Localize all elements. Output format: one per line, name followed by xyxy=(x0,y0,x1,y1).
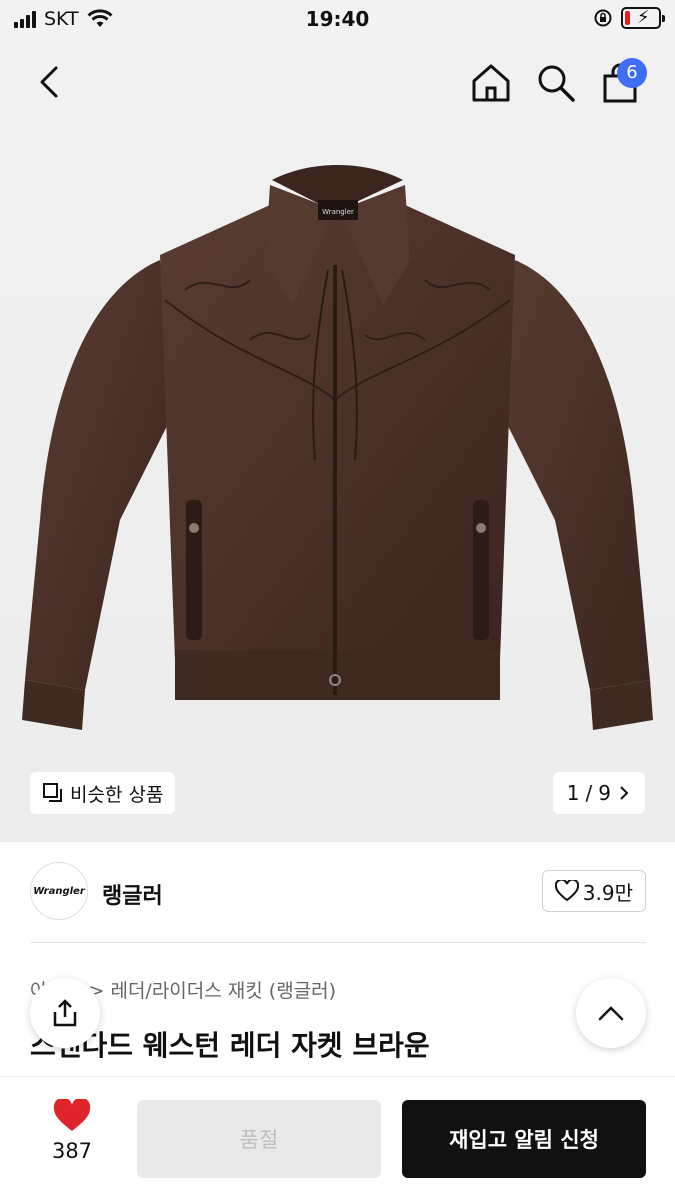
status-time: 19:40 xyxy=(305,7,370,31)
product-image[interactable]: Wrangler xyxy=(10,140,665,740)
divider xyxy=(30,942,646,943)
wishlist-count: 387 xyxy=(51,1139,93,1163)
breadcrumb-category[interactable]: 레더/라이더스 재킷 (랭글러) xyxy=(110,980,336,1002)
chevron-right-icon xyxy=(620,786,629,800)
scroll-top-button[interactable] xyxy=(576,978,646,1048)
jacket-label-text: Wrangler xyxy=(322,208,354,216)
status-right: ⚡ xyxy=(593,7,665,29)
heart-outline-icon xyxy=(554,880,579,902)
search-icon[interactable] xyxy=(535,62,577,104)
brand-like-count: 3.9만 xyxy=(582,880,633,905)
brand-row: Wrangler 랭글러 3.9만 xyxy=(30,862,646,924)
status-bar: SKT 19:40 ⚡ xyxy=(0,0,675,40)
similar-products-label: 비슷한 상품 xyxy=(70,783,164,806)
brand-like-button[interactable]: 3.9만 xyxy=(541,870,646,912)
brand-name[interactable]: 랭글러 xyxy=(102,878,163,910)
wishlist-button[interactable]: 387 xyxy=(42,1097,102,1163)
share-button[interactable] xyxy=(30,978,100,1048)
brand-logo[interactable]: Wrangler xyxy=(30,862,88,920)
similar-products-button[interactable]: 비슷한 상품 xyxy=(30,772,176,814)
page-separator: / xyxy=(585,781,593,805)
soldout-button[interactable]: 품절 xyxy=(137,1100,381,1178)
cart-count-badge: 6 xyxy=(617,58,647,88)
back-icon[interactable] xyxy=(30,62,70,102)
page-total: 9 xyxy=(598,781,611,805)
orientation-lock-icon xyxy=(594,9,612,27)
product-hero[interactable]: 6 Wrangler 비슷한 상품 1 / 9 xyxy=(0,40,675,842)
restock-alert-button[interactable]: 재입고 알림 신청 xyxy=(402,1100,646,1178)
page-current: 1 xyxy=(566,781,580,805)
bottom-action-bar: 387 품절 재입고 알림 신청 xyxy=(0,1076,675,1200)
image-page-counter[interactable]: 1 / 9 xyxy=(552,772,645,814)
similar-items-icon xyxy=(43,783,62,802)
chevron-up-icon xyxy=(598,1006,624,1021)
share-icon xyxy=(53,999,77,1027)
home-icon[interactable] xyxy=(470,62,512,104)
battery-icon: ⚡ xyxy=(621,7,665,29)
heart-filled-icon xyxy=(53,1097,91,1131)
